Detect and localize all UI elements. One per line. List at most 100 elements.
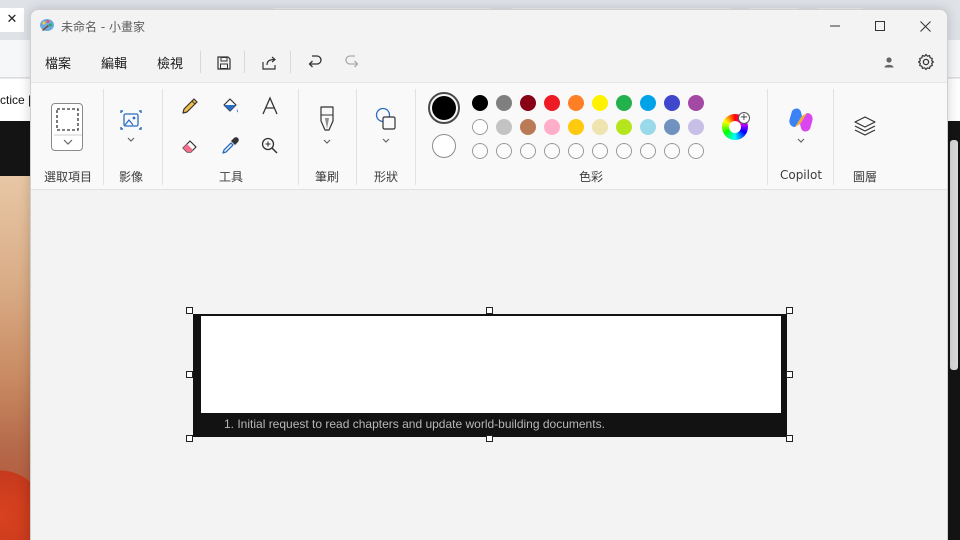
color-swatch[interactable] [688, 119, 704, 135]
close-tab-icon[interactable]: ✕ [0, 8, 24, 32]
gear-icon [918, 53, 934, 71]
primary-color-swatch[interactable] [428, 92, 460, 124]
color-swatch[interactable] [664, 95, 680, 111]
paint-app-icon [39, 17, 55, 33]
minimize-icon [830, 25, 840, 27]
eraser-tool-button[interactable] [179, 135, 201, 157]
color-swatch[interactable] [640, 95, 656, 111]
selection-tool-button[interactable] [51, 103, 83, 151]
color-swatch[interactable] [568, 119, 584, 135]
pencil-tool-button[interactable] [179, 95, 201, 117]
custom-color-slot[interactable] [664, 143, 680, 159]
group-label-shapes: 形狀 [373, 170, 398, 184]
text-icon [262, 96, 278, 115]
custom-color-slot[interactable] [520, 143, 536, 159]
share-button[interactable] [256, 50, 282, 76]
resize-handle-bottom[interactable] [486, 435, 493, 442]
ribbon-toolbar: 選取項目 影像 工具 筆刷 形狀 + 色彩 Copilot 圖層 [31, 82, 947, 190]
color-swatch[interactable] [592, 119, 608, 135]
color-swatch[interactable] [496, 119, 512, 135]
resize-handle-bottom-right[interactable] [786, 435, 793, 442]
canvas-image[interactable]: 1. Initial request to read chapters and … [193, 314, 787, 437]
maximize-button[interactable] [857, 10, 903, 42]
menu-divider [200, 51, 201, 73]
color-swatch[interactable] [616, 119, 632, 135]
group-label-copilot: Copilot [779, 168, 823, 182]
custom-color-slot[interactable] [568, 143, 584, 159]
resize-handle-top-left[interactable] [186, 307, 193, 314]
resize-handle-left[interactable] [186, 371, 193, 378]
ribbon-divider [162, 89, 163, 185]
group-label-brushes: 筆刷 [314, 170, 339, 184]
color-swatch[interactable] [520, 95, 536, 111]
undo-button[interactable] [301, 50, 327, 76]
redo-icon [345, 55, 359, 68]
shapes-button[interactable] [371, 105, 401, 149]
resize-handle-right[interactable] [786, 371, 793, 378]
color-swatch[interactable] [544, 119, 560, 135]
custom-color-slot[interactable] [496, 143, 512, 159]
copilot-button[interactable] [786, 105, 816, 149]
color-swatch[interactable] [568, 95, 584, 111]
group-label-select: 選取項目 [43, 170, 92, 184]
custom-color-slot[interactable] [592, 143, 608, 159]
menu-edit[interactable]: 編輯 [101, 53, 127, 72]
menu-file[interactable]: 檔案 [45, 53, 71, 72]
title-bar: 未命名 - 小畫家 [31, 10, 947, 42]
color-swatch[interactable] [592, 95, 608, 111]
color-swatch[interactable] [664, 119, 680, 135]
paint-bucket-icon [223, 98, 238, 113]
group-label-tools: 工具 [218, 170, 243, 184]
custom-color-slot[interactable] [544, 143, 560, 159]
resize-handle-bottom-left[interactable] [186, 435, 193, 442]
web-page-text: ctice | [0, 93, 32, 107]
custom-color-slot[interactable] [616, 143, 632, 159]
save-button[interactable] [211, 50, 237, 76]
minimize-button[interactable] [812, 10, 858, 42]
canvas-workspace[interactable]: 1. Initial request to read chapters and … [31, 191, 947, 540]
brush-icon [320, 106, 334, 144]
custom-color-slot[interactable] [688, 143, 704, 159]
menu-divider [244, 51, 245, 73]
window-title: 未命名 - 小畫家 [61, 20, 145, 34]
fill-tool-button[interactable] [219, 95, 241, 117]
layers-button[interactable] [852, 113, 878, 139]
pencil-icon [182, 98, 198, 114]
eraser-icon [182, 140, 197, 153]
menu-bar: 檔案 編輯 檢視 [31, 44, 947, 80]
color-swatch[interactable] [520, 119, 536, 135]
magnifier-tool-button[interactable] [259, 135, 281, 157]
color-swatch[interactable] [544, 95, 560, 111]
group-label-image: 影像 [118, 170, 143, 184]
share-icon [261, 56, 276, 70]
color-swatch[interactable] [472, 95, 488, 111]
account-button[interactable] [879, 52, 899, 72]
ribbon-divider [298, 89, 299, 185]
zoom-in-icon [261, 137, 278, 154]
color-swatch[interactable] [496, 95, 512, 111]
color-swatch[interactable] [472, 119, 488, 135]
image-crop-icon [120, 110, 142, 142]
primary-color-fill [432, 96, 456, 120]
group-label-layers: 圖層 [852, 170, 877, 184]
secondary-color-swatch[interactable] [432, 134, 456, 158]
undo-icon [308, 55, 322, 68]
color-swatch[interactable] [688, 95, 704, 111]
color-swatch[interactable] [616, 95, 632, 111]
custom-color-slot[interactable] [472, 143, 488, 159]
menu-view[interactable]: 檢視 [157, 53, 183, 72]
custom-color-slot[interactable] [640, 143, 656, 159]
resize-handle-top-right[interactable] [786, 307, 793, 314]
color-picker-tool-button[interactable] [219, 135, 241, 157]
close-button[interactable] [902, 10, 947, 42]
text-tool-button[interactable] [259, 95, 281, 117]
resize-handle-top[interactable] [486, 307, 493, 314]
brushes-button[interactable] [315, 103, 339, 151]
color-swatch[interactable] [640, 119, 656, 135]
background-scrollbar[interactable] [950, 140, 958, 370]
eyedropper-icon [222, 137, 239, 154]
image-menu-button[interactable] [117, 107, 147, 145]
settings-button[interactable] [914, 50, 938, 74]
redo-button[interactable] [340, 50, 366, 76]
account-icon [884, 57, 894, 68]
